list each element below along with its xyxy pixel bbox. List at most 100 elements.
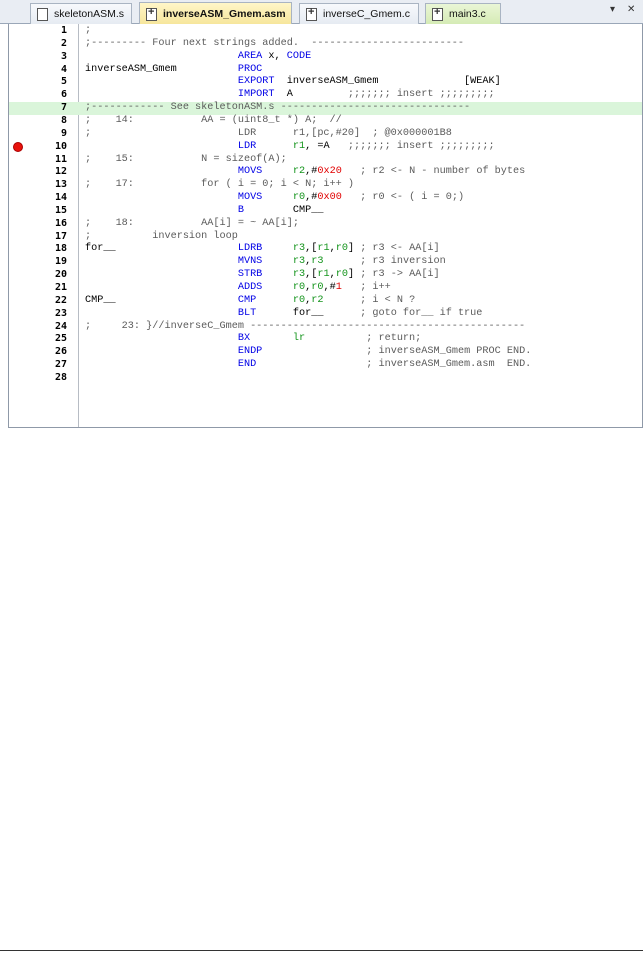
code-text: AREA x, CODE (85, 51, 311, 64)
code-token: for__ (256, 307, 361, 319)
code-text: ; 15: N = sizeof(A); (85, 154, 287, 167)
line-number: 26 (54, 346, 67, 358)
code-token: LDR (237, 140, 257, 152)
code-line[interactable]: 9 ; LDR r1,[pc,#20] ; @0x000001B8 (9, 128, 642, 141)
code-line[interactable]: 27 END ; inverseASM_Gmem.asm END. (9, 359, 642, 372)
code-line[interactable]: 5 EXPORT inverseASM_Gmem [WEAK] (9, 76, 642, 89)
code-line[interactable]: 14 MOVS r0,#0x00 ; r0 <- ( i = 0;) (9, 192, 642, 205)
tab-main3[interactable]: main3.c (425, 3, 501, 24)
code-token: ; inversion loop (85, 230, 238, 242)
tab-bar: skeletonASM.s inverseASM_Gmem.asm invers… (0, 0, 643, 25)
code-token: CMP__ (243, 204, 324, 216)
line-number: 28 (54, 371, 67, 383)
code-token: ENDP (237, 346, 263, 358)
code-line[interactable]: 6 IMPORT A ;;;;;;; insert ;;;;;;;;; (9, 89, 642, 102)
code-line[interactable]: 22 CMP__ CMP r0,r2 ; i < N ? (9, 294, 642, 308)
code-line[interactable]: 19 MVNS r3,r3 ; r3 inversion (9, 256, 642, 269)
code-line[interactable]: 1; (9, 25, 642, 38)
code-token: ] (347, 269, 361, 281)
code-token: ; 15: N = sizeof(A); (85, 153, 287, 165)
code-token: r0 (292, 192, 306, 204)
code-line[interactable]: 23 BLT for__ ; goto for__ if true (9, 307, 642, 321)
code-token: ; 23: }//inverseC_Gmem -----------------… (85, 320, 526, 332)
code-line[interactable]: 20 STRB r3,[r1,r0] ; r3 -> AA[i] (9, 269, 642, 282)
tab-label: main3.c (449, 8, 486, 20)
code-token: ; r3 inversion (360, 256, 446, 268)
code-token: ,[ (305, 269, 318, 281)
code-text: ; inversion loop (85, 231, 238, 244)
code-line[interactable]: 12 MOVS r2,#0x20 ; r2 <- N - number of b… (9, 166, 642, 179)
code-token: ] (347, 243, 361, 255)
tab-dropdown-icon[interactable]: ▾ (610, 4, 615, 15)
breakpoint-icon[interactable] (13, 141, 23, 152)
line-number: 5 (60, 76, 67, 88)
code-text: B CMP__ (85, 204, 324, 218)
code-token: , =A (305, 140, 348, 152)
code-line[interactable]: 11 ; 15: N = sizeof(A); (9, 154, 642, 167)
line-number: 4 (60, 63, 67, 75)
code-line[interactable]: 17 ; inversion loop (9, 231, 642, 244)
file-plus-icon (146, 6, 157, 21)
code-line[interactable]: 3 AREA x, CODE (9, 51, 642, 64)
code-token: ; i < N ? (360, 294, 416, 306)
code-token: r1 (317, 243, 330, 255)
code-text: LDR r1, =A ;;;;;;; insert ;;;;;;;;; (85, 141, 495, 154)
code-token: r1 (292, 140, 306, 152)
line-number: 13 (54, 179, 67, 191)
code-token: ; 17: for ( i = 0; i < N; i++ ) (85, 179, 354, 191)
line-number: 8 (60, 114, 67, 126)
code-line[interactable]: 24 ; 23: }//inverseC_Gmem ---------------… (9, 320, 642, 334)
code-token: r2 (292, 166, 306, 178)
line-number: 22 (54, 294, 67, 306)
code-line[interactable]: 18 for__ LDRB r3,[r1,r0] ; r3 <- AA[i] (9, 243, 642, 256)
code-token: ; 18: AA[i] = ~ AA[i]; (85, 217, 299, 229)
code-text: ENDP ; inverseASM_Gmem PROC END. (85, 346, 531, 359)
code-text: ; LDR r1,[pc,#20] ; @0x000001B8 (85, 128, 452, 141)
code-line[interactable]: 15 B CMP__ (9, 204, 642, 218)
code-token: r0 (335, 243, 348, 255)
code-line[interactable]: 2 ;--------- Four next strings added. ---… (9, 37, 642, 51)
code-line[interactable]: 25 BX lr ; return; (9, 333, 642, 346)
close-icon[interactable]: ✕ (627, 4, 635, 15)
code-token: 0x20 (317, 166, 342, 178)
line-number: 2 (60, 37, 67, 49)
tab-skeletonasm[interactable]: skeletonASM.s (30, 3, 132, 24)
code-token: r3 (292, 243, 306, 255)
code-token: ,# (305, 166, 318, 178)
code-line[interactable]: 4 inverseASM_Gmem PROC (9, 63, 642, 77)
line-number: 27 (54, 359, 67, 371)
code-editor[interactable]: 1; 2 ;--------- Four next strings added. -… (8, 24, 643, 428)
code-line[interactable]: 16 ; 18: AA[i] = ~ AA[i]; (9, 217, 642, 231)
line-number: 23 (54, 307, 67, 319)
code-text: ;------------ See skeletonASM.s --------… (85, 102, 470, 115)
code-token: CMP__ (85, 294, 238, 306)
code-token: r3 (311, 256, 324, 268)
tab-inverseasm-gmem[interactable]: inverseASM_Gmem.asm (139, 2, 292, 25)
code-line[interactable]: 8 ; 14: AA = (uint8_t *) A; // (9, 114, 642, 128)
code-line[interactable]: 26 ENDP ; inverseASM_Gmem PROC END. (9, 346, 642, 359)
code-line[interactable]: 21 ADDS r0,r0,#1 ; i++ (9, 282, 642, 295)
code-token: r2 (311, 294, 324, 306)
code-token: r0 (292, 282, 306, 293)
code-line[interactable]: 13 ; 17: for ( i = 0; i < N; i++ ) (9, 179, 642, 192)
code-line[interactable]: 7 ;------------ See skeletonASM.s -------… (9, 102, 642, 115)
code-token: ;;;;;;; insert ;;;;;;;;; (347, 140, 495, 152)
code-line[interactable]: 10 LDR r1, =A ;;;;;;; insert ;;;;;;;;; (9, 140, 642, 154)
code-line[interactable]: 28 (9, 371, 642, 385)
file-plus-icon (432, 6, 443, 21)
tab-inversec-gmem[interactable]: inverseC_Gmem.c (299, 3, 419, 24)
line-number: 10 (54, 140, 67, 152)
